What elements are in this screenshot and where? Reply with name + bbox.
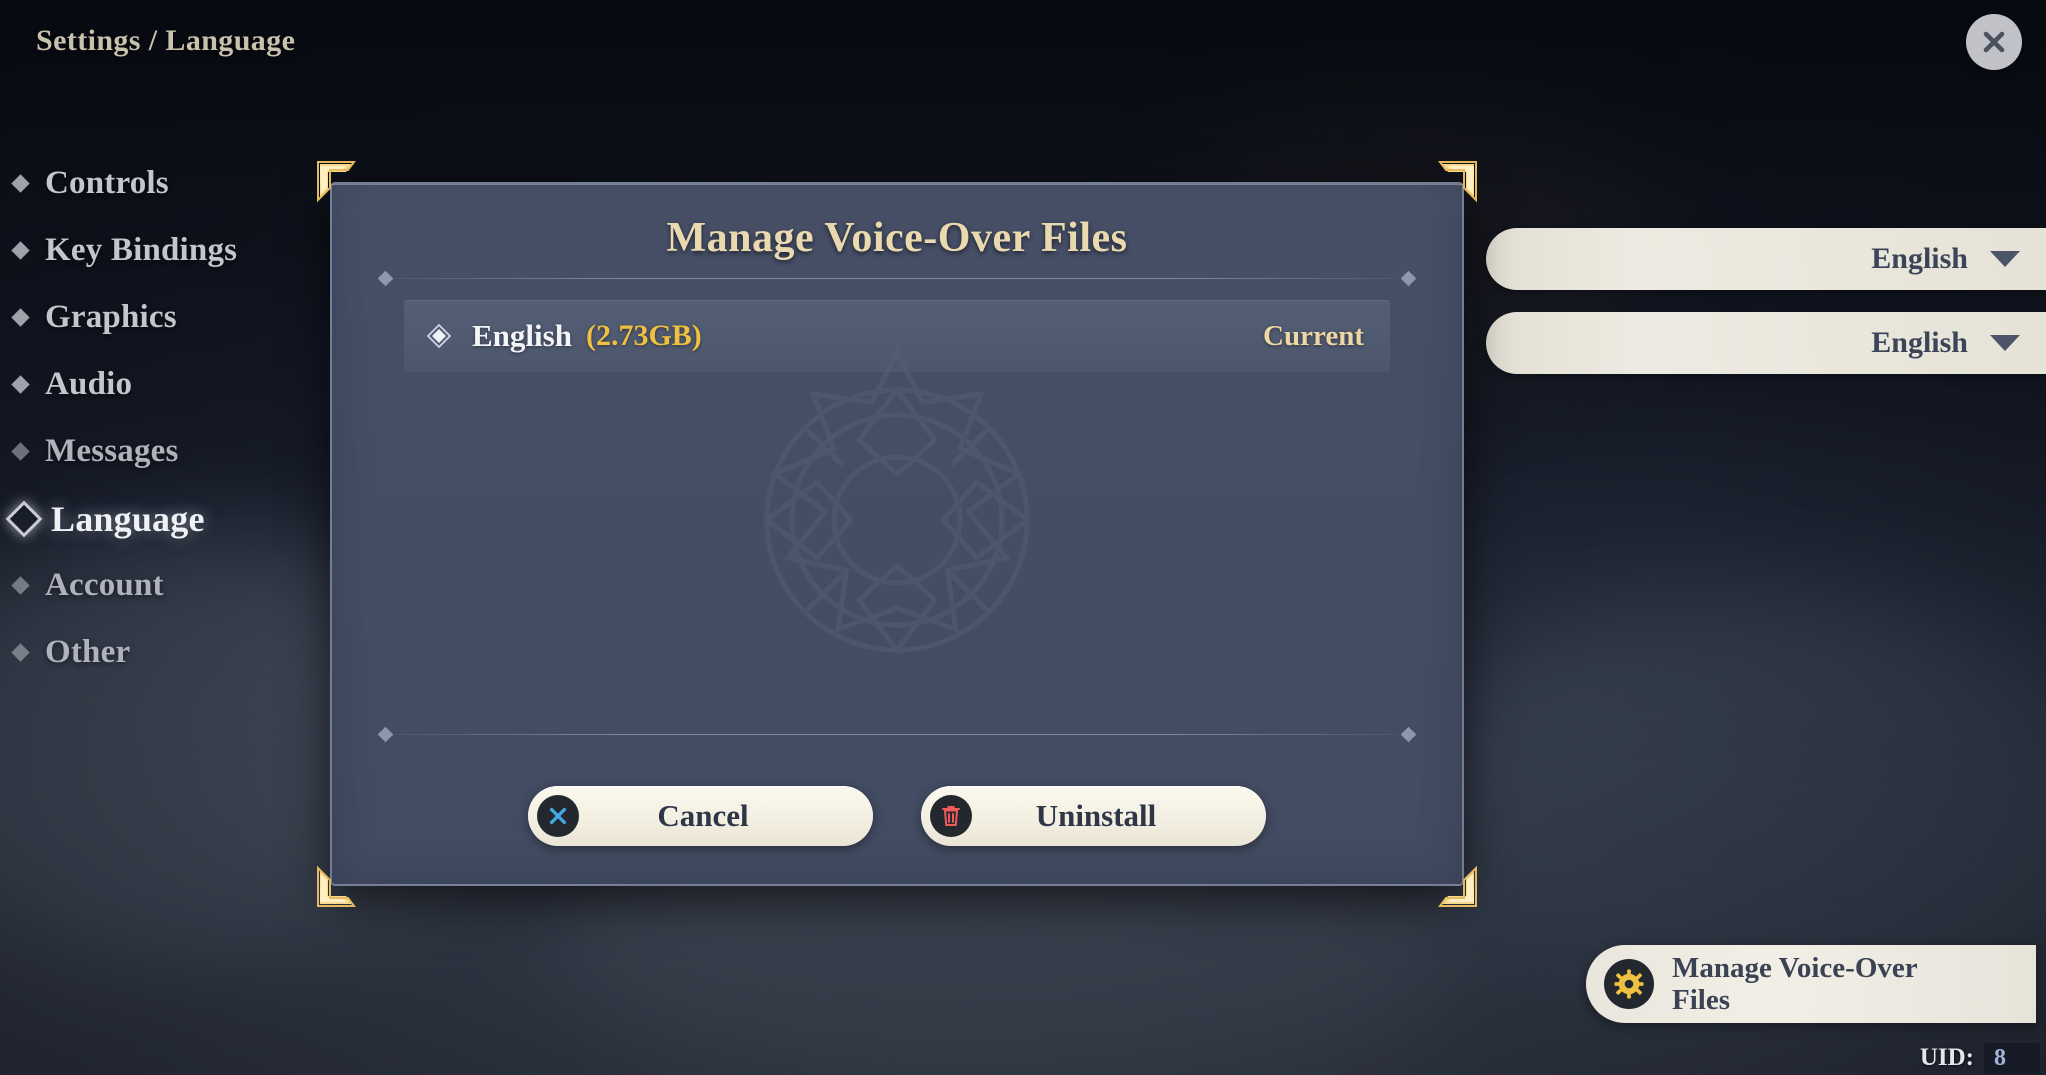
divider-diamond-icon (1400, 270, 1417, 286)
voice-pack-size: (2.73GB) (585, 319, 702, 352)
sidebar-item-label: Other (45, 634, 131, 670)
chevron-down-icon (1990, 251, 2020, 267)
sidebar-item-messages[interactable]: Messages (0, 418, 340, 485)
breadcrumb: Settings / Language (36, 24, 296, 57)
manage-voice-over-files-button[interactable]: Manage Voice-Over Files (1586, 945, 2036, 1023)
diamond-bullet-icon (11, 241, 30, 260)
trash-icon (930, 795, 972, 837)
divider-diamond-icon (377, 270, 394, 286)
manage-button-label-line2: Files (1672, 984, 1730, 1016)
diamond-bullet-icon (5, 500, 43, 537)
dropdown-value: English (1871, 326, 1968, 359)
cancel-button-label: Cancel (657, 798, 749, 833)
sidebar-item-key-bindings[interactable]: Key Bindings (0, 217, 340, 284)
language-dropdown-group: English English (1486, 228, 2046, 396)
dialog-watermark-emblem (762, 346, 1032, 655)
sidebar-item-label: Audio (45, 366, 133, 402)
dialog-footer: Cancel Uninstall (332, 786, 1462, 846)
diamond-bullet-icon (11, 643, 30, 662)
uninstall-button[interactable]: Uninstall (921, 786, 1266, 846)
sidebar-item-label: Graphics (45, 299, 177, 335)
gear-icon (1604, 959, 1654, 1009)
uid-label: UID: (1919, 1044, 1974, 1071)
dialog-inner-glow (332, 184, 1462, 884)
chevron-down-icon (1990, 335, 2020, 351)
sidebar-item-language[interactable]: Language (0, 485, 340, 552)
sidebar-item-label: Language (51, 498, 205, 539)
uid-value: 8 (1984, 1042, 2040, 1074)
manage-button-label-line1: Manage Voice-Over (1672, 951, 1918, 984)
voice-pack-row[interactable]: English (2.73GB) Current (404, 300, 1390, 372)
text-language-dropdown[interactable]: English (1486, 228, 2046, 290)
divider-diamond-icon (1400, 726, 1417, 742)
voice-language-dropdown[interactable]: English (1486, 312, 2046, 374)
game-settings-screen: Settings / Language Controls Key Binding… (0, 0, 2046, 1075)
sidebar-item-other[interactable]: Other (0, 619, 340, 686)
uid-bar: UID: 8 (1920, 1041, 2046, 1075)
sidebar-item-audio[interactable]: Audio (0, 351, 340, 418)
close-x-icon (537, 795, 579, 837)
sidebar-item-label: Key Bindings (45, 232, 238, 268)
dialog-title: Manage Voice-Over Files (666, 215, 1128, 261)
dropdown-value: English (1871, 242, 1968, 275)
cancel-button[interactable]: Cancel (528, 786, 873, 846)
sidebar-item-account[interactable]: Account (0, 552, 340, 619)
voice-pack-list: English (2.73GB) Current (404, 300, 1390, 372)
manage-button-label: Manage Voice-Over Files (1672, 952, 1940, 1017)
divider-diamond-icon (377, 726, 394, 742)
close-icon (1983, 31, 2005, 53)
settings-sidebar: Controls Key Bindings Graphics Audio Mes… (0, 150, 340, 686)
voice-pack-status-badge: Current (1263, 319, 1364, 352)
voice-pack-name: English (472, 318, 572, 353)
dialog-divider-bottom (377, 726, 1417, 742)
uninstall-button-label: Uninstall (1035, 798, 1157, 833)
diamond-bullet-icon (11, 174, 30, 193)
diamond-bullet-icon (11, 375, 30, 394)
radio-diamond-icon[interactable] (426, 323, 452, 349)
diamond-bullet-icon (11, 442, 30, 461)
manage-voice-over-files-dialog: Manage Voice-Over Files English (2.73GB)… (316, 161, 1478, 907)
diamond-bullet-icon (11, 308, 30, 327)
diamond-bullet-icon (11, 576, 30, 595)
dialog-divider-top (377, 270, 1417, 286)
sidebar-item-label: Account (45, 567, 164, 603)
divider-line (398, 733, 1396, 735)
sidebar-item-graphics[interactable]: Graphics (0, 284, 340, 351)
sidebar-item-label: Controls (45, 165, 169, 201)
close-button[interactable] (1966, 14, 2022, 70)
sidebar-item-controls[interactable]: Controls (0, 150, 340, 217)
sidebar-item-label: Messages (45, 433, 179, 469)
divider-line (398, 277, 1396, 279)
